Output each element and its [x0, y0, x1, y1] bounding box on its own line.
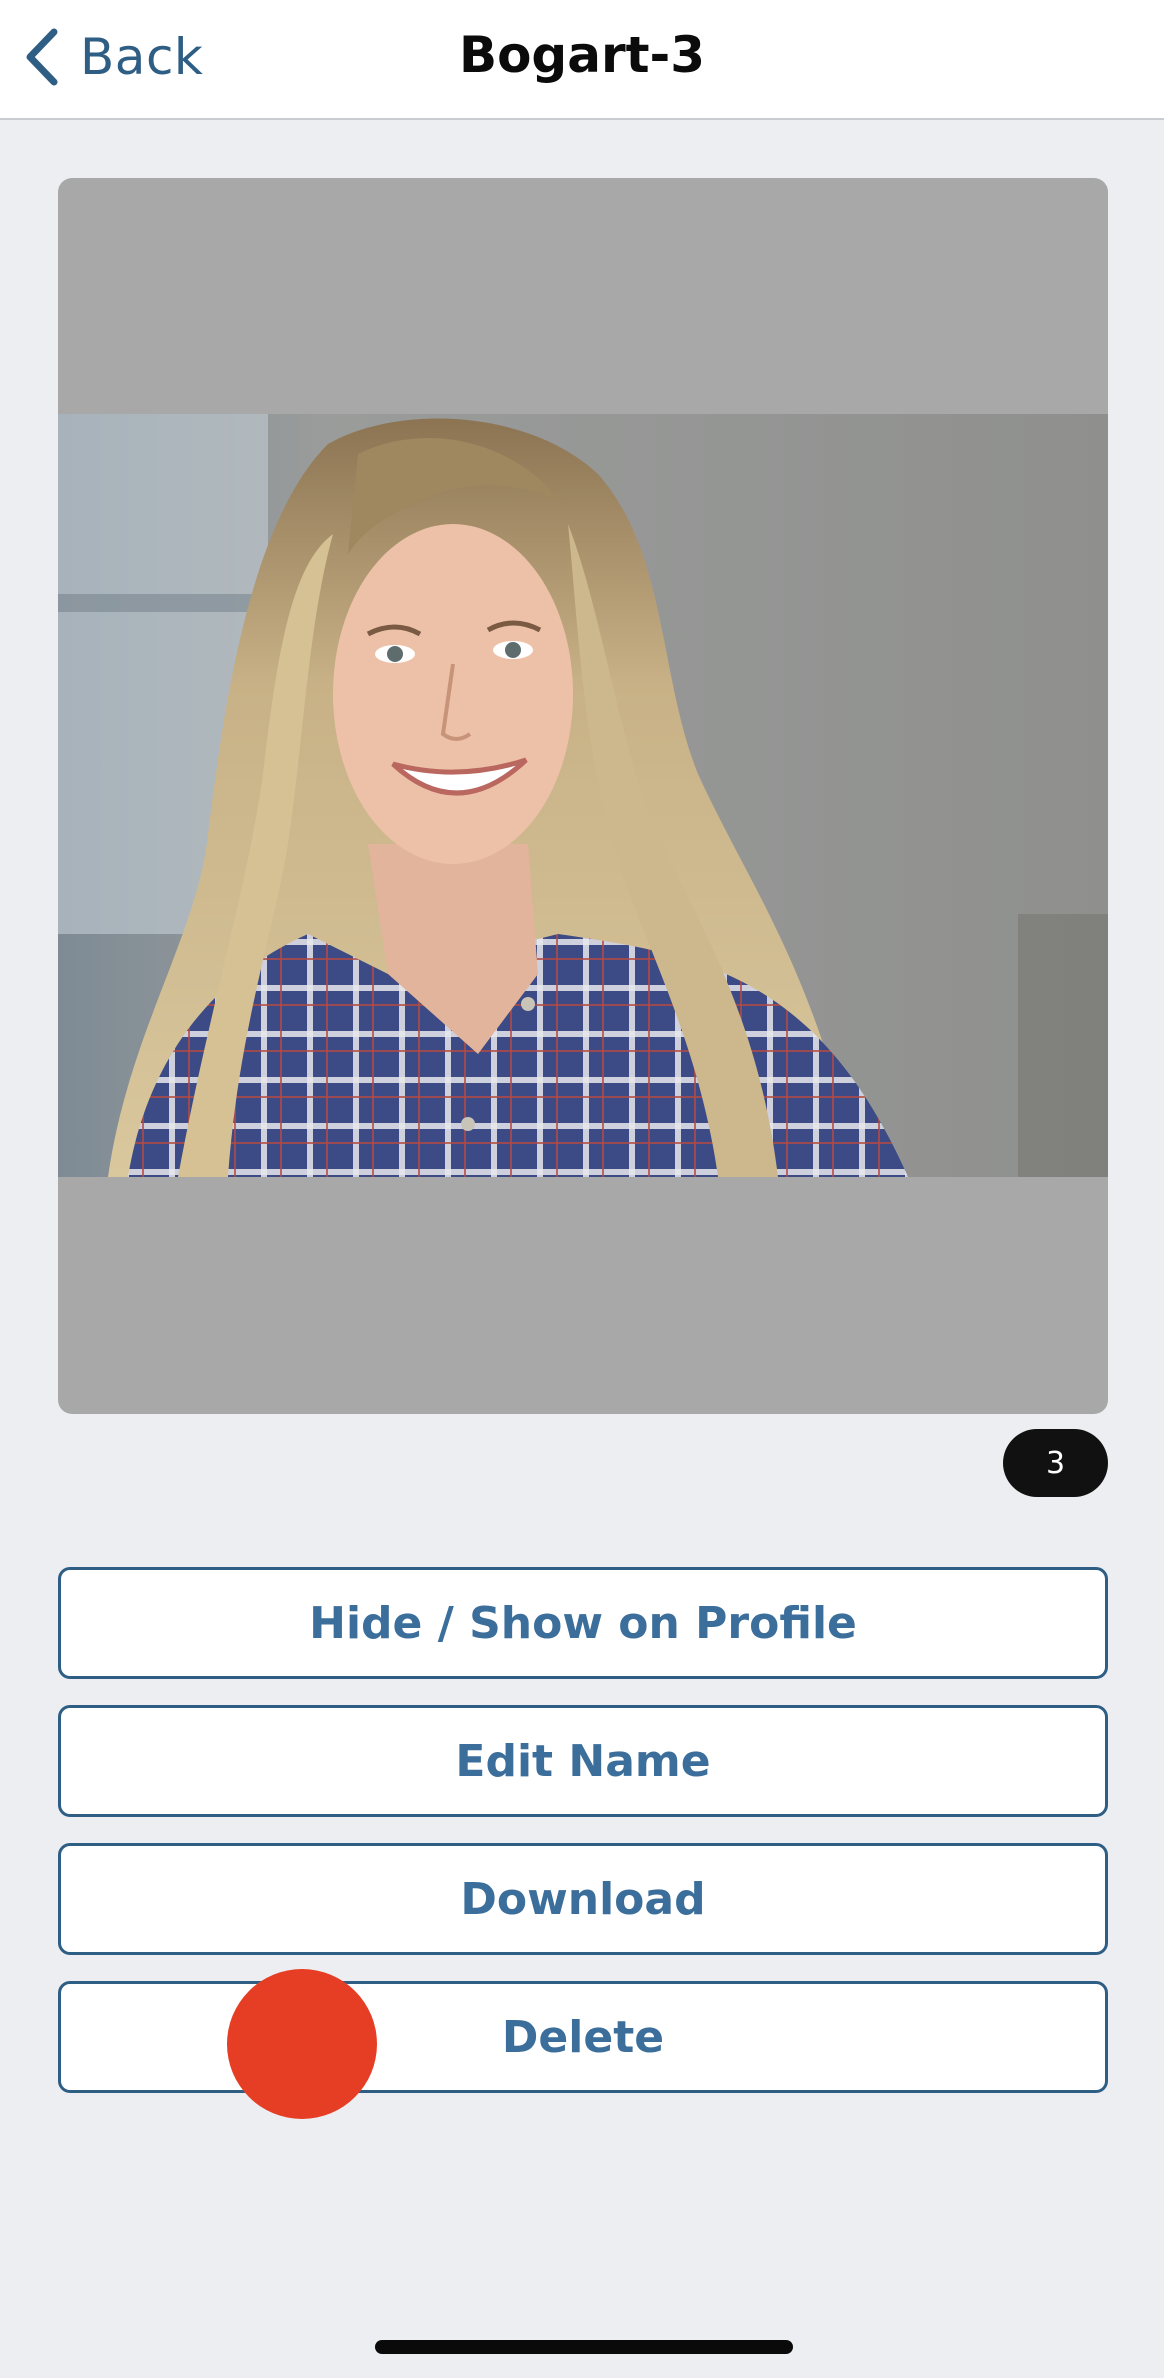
page-title: Bogart-3	[458, 26, 706, 84]
photo-count-badge: 3	[1003, 1429, 1108, 1497]
hide-show-on-profile-button[interactable]: Hide / Show on Profile	[58, 1567, 1108, 1679]
photo-viewer[interactable]	[58, 178, 1108, 1414]
profile-photo	[58, 414, 1108, 1177]
navigation-bar: Back Bogart-3	[0, 0, 1164, 120]
touch-indicator	[227, 1969, 377, 2119]
home-indicator[interactable]	[375, 2340, 793, 2354]
delete-button[interactable]: Delete	[58, 1981, 1108, 2093]
download-button[interactable]: Download	[58, 1843, 1108, 1955]
edit-name-button[interactable]: Edit Name	[58, 1705, 1108, 1817]
